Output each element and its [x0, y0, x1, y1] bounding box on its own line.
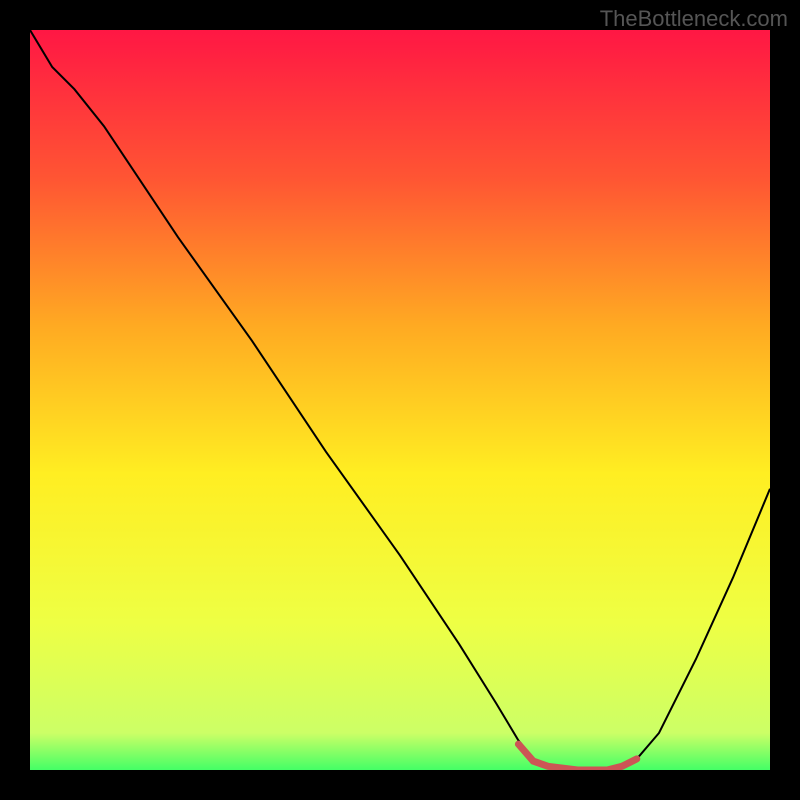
watermark-text: TheBottleneck.com: [600, 6, 788, 32]
chart-svg: [30, 30, 770, 770]
bottleneck-chart: [30, 30, 770, 770]
chart-background: [30, 30, 770, 770]
